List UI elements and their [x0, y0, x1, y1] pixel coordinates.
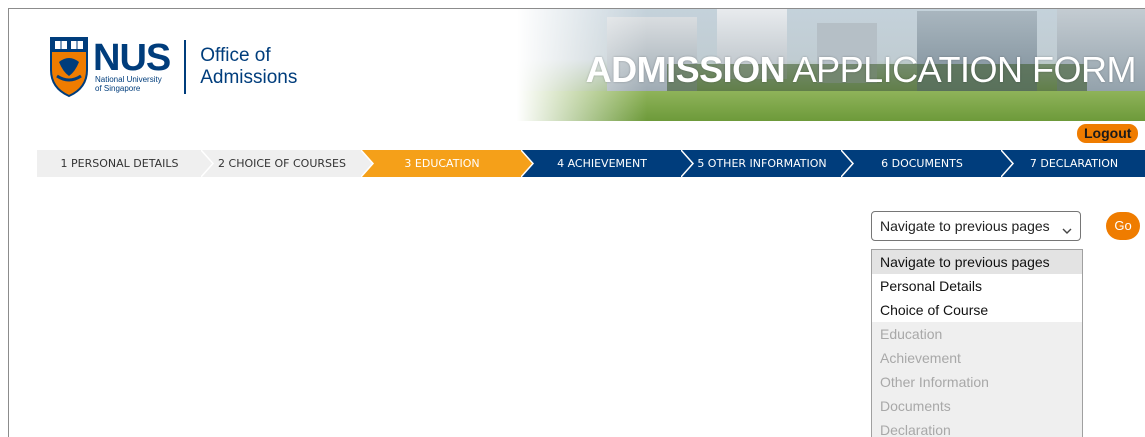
step-4[interactable]: 4 ACHIEVEMENT: [522, 150, 682, 177]
chevron-down-icon: [1062, 222, 1072, 240]
nus-logo-block[interactable]: NUS National University of Singapore Off…: [49, 32, 297, 102]
nus-logo-sub-2: of Singapore: [95, 84, 141, 93]
step-label: 5 OTHER INFORMATION: [697, 157, 827, 170]
step-separator-icon: [681, 150, 695, 177]
dropdown-option[interactable]: Personal Details: [872, 274, 1082, 298]
step-separator-icon: [1001, 150, 1015, 177]
step-separator-icon: [521, 150, 535, 177]
step-7[interactable]: 7 DECLARATION: [1002, 150, 1145, 177]
logo-divider: [184, 40, 187, 94]
navigate-select-value: Navigate to previous pages: [880, 218, 1050, 234]
office-line-1: Office of: [200, 45, 271, 66]
progress-steps: 1 PERSONAL DETAILS 2 CHOICE OF COURSES 3 E…: [37, 150, 1145, 177]
nus-crest-icon: [49, 36, 89, 98]
step-6[interactable]: 6 DOCUMENTS: [842, 150, 1002, 177]
step-label: 3 EDUCATION: [404, 157, 480, 170]
step-label: 7 DECLARATION: [1029, 157, 1119, 170]
step-2[interactable]: 2 CHOICE OF COURSES: [202, 150, 362, 177]
logout-button[interactable]: Logout: [1077, 124, 1139, 143]
campus-banner: ADMISSION APPLICATION FORM: [517, 9, 1145, 121]
step-label: 2 CHOICE OF COURSES: [218, 157, 346, 170]
go-button[interactable]: Go: [1106, 212, 1140, 240]
dropdown-option: Achievement: [872, 346, 1082, 370]
banner-title-bold: ADMISSION: [585, 49, 786, 90]
dropdown-option: Other Information: [872, 370, 1082, 394]
step-5[interactable]: 5 OTHER INFORMATION: [682, 150, 842, 177]
banner-title: ADMISSION APPLICATION FORM: [585, 49, 1137, 91]
step-separator-icon: [841, 150, 855, 177]
dropdown-option: Education: [872, 322, 1082, 346]
step-separator-icon: [201, 150, 215, 177]
office-of-admissions: Office of Admissions: [200, 45, 297, 89]
dropdown-option[interactable]: Navigate to previous pages: [872, 250, 1082, 274]
navigate-select[interactable]: Navigate to previous pages: [871, 211, 1081, 241]
nus-logo-sub-1: National University: [95, 75, 162, 84]
step-separator-icon: [361, 150, 375, 177]
dropdown-option: Documents: [872, 394, 1082, 418]
office-line-2: Admissions: [200, 67, 298, 88]
navigate-dropdown-list: Navigate to previous pages Personal Detai…: [871, 249, 1083, 437]
step-label: 4 ACHIEVEMENT: [557, 157, 647, 170]
page-frame: NUS National University of Singapore Off…: [8, 8, 1145, 437]
dropdown-option[interactable]: Choice of Course: [872, 298, 1082, 322]
step-label: 1 PERSONAL DETAILS: [60, 157, 179, 170]
nus-logo-text: NUS: [93, 37, 171, 79]
step-label: 6 DOCUMENTS: [881, 157, 963, 170]
step-3[interactable]: 3 EDUCATION: [362, 150, 522, 177]
banner-title-rest: APPLICATION FORM: [785, 49, 1137, 90]
dropdown-option: Declaration: [872, 418, 1082, 437]
step-1[interactable]: 1 PERSONAL DETAILS: [37, 150, 202, 177]
